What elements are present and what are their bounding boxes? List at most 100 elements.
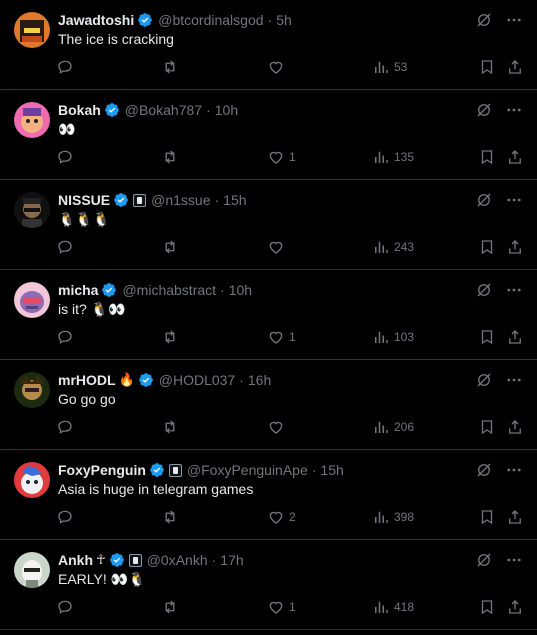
retweet-button[interactable]	[161, 58, 183, 76]
share-button[interactable]	[506, 508, 524, 526]
grok-icon[interactable]	[475, 371, 493, 389]
like-button[interactable]: 1	[267, 148, 296, 166]
bookmark-button[interactable]	[478, 598, 496, 616]
share-icon	[509, 420, 521, 434]
grok-icon[interactable]	[475, 461, 493, 479]
grok-icon[interactable]	[475, 281, 493, 299]
retweet-button[interactable]	[161, 508, 183, 526]
handle[interactable]: @FoxyPenguinApe	[187, 462, 308, 478]
avatar[interactable]	[14, 462, 50, 498]
tweet[interactable]: Jawadtoshi @btcordinalsgod · 5h The ice …	[0, 0, 537, 90]
share-icon	[509, 330, 521, 344]
handle[interactable]: @0xAnkh	[147, 552, 208, 568]
like-button[interactable]: 1	[267, 328, 296, 346]
views-button[interactable]: 103	[372, 328, 414, 346]
retweet-button[interactable]	[161, 328, 183, 346]
timestamp[interactable]: 10h	[215, 102, 238, 118]
avatar[interactable]	[14, 372, 50, 408]
display-name[interactable]: micha	[58, 282, 98, 298]
affiliate-badge-icon[interactable]	[128, 553, 142, 567]
handle[interactable]: @michabstract	[122, 282, 216, 298]
handle[interactable]: @Bokah787	[125, 102, 202, 118]
handle[interactable]: @HODL037	[159, 372, 235, 388]
grok-icon[interactable]	[475, 101, 493, 119]
retweet-button[interactable]	[161, 148, 183, 166]
display-name[interactable]: mrHODL	[58, 372, 116, 388]
share-button[interactable]	[506, 418, 524, 436]
more-options-icon[interactable]	[505, 11, 523, 29]
avatar[interactable]	[14, 102, 50, 138]
share-button[interactable]	[506, 148, 524, 166]
more-options-icon[interactable]	[505, 101, 523, 119]
timestamp[interactable]: 16h	[248, 372, 271, 388]
more-options-icon[interactable]	[505, 461, 523, 479]
bookmark-button[interactable]	[478, 508, 496, 526]
reply-button[interactable]	[56, 418, 78, 436]
more-options-icon[interactable]	[505, 371, 523, 389]
tweet-text: Asia is huge in telegram games	[58, 481, 254, 497]
avatar[interactable]	[14, 12, 50, 48]
bookmark-button[interactable]	[478, 148, 496, 166]
bookmark-button[interactable]	[478, 238, 496, 256]
bookmark-button[interactable]	[478, 328, 496, 346]
timestamp[interactable]: 10h	[229, 282, 252, 298]
tweet[interactable]: micha @michabstract · 10h is it? 🐧👀 1 10…	[0, 270, 537, 360]
views-button[interactable]: 53	[372, 58, 407, 76]
reply-button[interactable]	[56, 238, 78, 256]
display-name[interactable]: Ankh	[58, 552, 93, 568]
reply-button[interactable]	[56, 328, 78, 346]
bookmark-button[interactable]	[478, 418, 496, 436]
handle[interactable]: @n1ssue	[151, 192, 210, 208]
more-options-icon[interactable]	[505, 281, 523, 299]
more-options-icon[interactable]	[505, 191, 523, 209]
display-name[interactable]: Bokah	[58, 102, 101, 118]
tweet[interactable]: FoxyPenguin @FoxyPenguinApe · 15h Asia i…	[0, 450, 537, 540]
like-button[interactable]	[267, 58, 289, 76]
timestamp[interactable]: 17h	[220, 552, 243, 568]
avatar[interactable]	[14, 552, 50, 588]
views-button[interactable]: 418	[372, 598, 414, 616]
grok-icon[interactable]	[475, 551, 493, 569]
views-button[interactable]: 398	[372, 508, 414, 526]
views-button[interactable]: 243	[372, 238, 414, 256]
display-name[interactable]: FoxyPenguin	[58, 462, 146, 478]
views-button[interactable]: 206	[372, 418, 414, 436]
views-button[interactable]: 135	[372, 148, 414, 166]
reply-button[interactable]	[56, 58, 78, 76]
display-name[interactable]: NISSUE	[58, 192, 110, 208]
reply-button[interactable]	[56, 508, 78, 526]
share-button[interactable]	[506, 328, 524, 346]
grok-icon[interactable]	[475, 191, 493, 209]
tweet[interactable]: mrHODL 🔥 @HODL037 · 16h Go go go 206	[0, 360, 537, 450]
share-icon	[509, 600, 521, 614]
timestamp[interactable]: 15h	[223, 192, 246, 208]
tweet[interactable]: Bokah @Bokah787 · 10h 👀 1 135	[0, 90, 537, 180]
avatar[interactable]	[14, 282, 50, 318]
affiliate-badge-icon[interactable]	[168, 463, 182, 477]
bookmark-button[interactable]	[478, 58, 496, 76]
like-button[interactable]	[267, 238, 289, 256]
share-button[interactable]	[506, 238, 524, 256]
retweet-button[interactable]	[161, 598, 183, 616]
retweet-button[interactable]	[161, 418, 183, 436]
grok-icon[interactable]	[475, 11, 493, 29]
reply-button[interactable]	[56, 148, 78, 166]
retweet-button[interactable]	[161, 238, 183, 256]
share-button[interactable]	[506, 58, 524, 76]
like-button[interactable]: 1	[267, 598, 296, 616]
reply-button[interactable]	[56, 598, 78, 616]
avatar[interactable]	[14, 192, 50, 228]
timestamp[interactable]: 5h	[276, 12, 292, 28]
retweet-icon	[165, 150, 175, 164]
tweet[interactable]: Ankh ☥ @0xAnkh · 17h EARLY! 👀🐧 1 418	[0, 540, 537, 630]
like-button[interactable]: 2	[267, 508, 296, 526]
share-button[interactable]	[506, 598, 524, 616]
like-button[interactable]	[267, 418, 289, 436]
affiliate-badge-icon[interactable]	[133, 193, 147, 207]
handle[interactable]: @btcordinalsgod	[158, 12, 263, 28]
tweet[interactable]: NISSUE @n1ssue · 15h 🐧🐧🐧 243	[0, 180, 537, 270]
display-name[interactable]: Jawadtoshi	[58, 12, 134, 28]
more-options-icon[interactable]	[505, 551, 523, 569]
timestamp[interactable]: 15h	[320, 462, 343, 478]
analytics-icon	[375, 511, 388, 523]
